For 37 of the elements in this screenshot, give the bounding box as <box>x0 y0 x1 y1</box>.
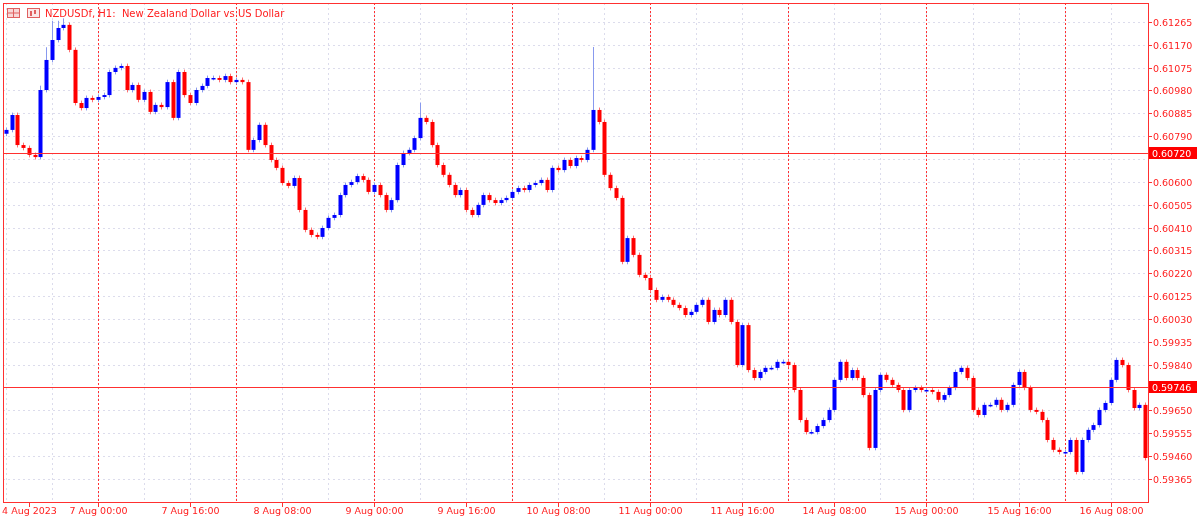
price-label: 0.61170 <box>1153 40 1193 51</box>
time-label: 4 Aug 2023 <box>2 505 57 516</box>
price-label: 0.59650 <box>1153 405 1193 416</box>
time-label: 7 Aug 00:00 <box>69 505 128 516</box>
price-label: 0.61075 <box>1153 63 1193 74</box>
time-label: 15 Aug 16:00 <box>987 505 1052 516</box>
price-label: 0.60315 <box>1153 245 1193 256</box>
time-label: 11 Aug 16:00 <box>710 505 775 516</box>
time-label: 10 Aug 08:00 <box>526 505 591 516</box>
time-label: 7 Aug 16:00 <box>161 505 220 516</box>
price-label: 0.61265 <box>1153 17 1193 28</box>
price-label: 0.60030 <box>1153 314 1193 325</box>
price-label: 0.60885 <box>1153 108 1193 119</box>
price-tag: 0.59746 <box>1149 381 1197 393</box>
time-label: 9 Aug 16:00 <box>437 505 496 516</box>
price-label: 0.60980 <box>1153 85 1193 96</box>
price-label: 0.59460 <box>1153 451 1193 462</box>
price-tag: 0.60720 <box>1149 147 1197 159</box>
time-label: 11 Aug 00:00 <box>618 505 683 516</box>
time-label: 9 Aug 00:00 <box>345 505 404 516</box>
price-label: 0.59555 <box>1153 428 1193 439</box>
price-label: 0.60505 <box>1153 200 1193 211</box>
time-label: 15 Aug 00:00 <box>894 505 959 516</box>
ref-line-label: 0.59746 <box>1152 381 1192 393</box>
price-label: 0.60600 <box>1153 177 1193 188</box>
time-label: 16 Aug 08:00 <box>1079 505 1144 516</box>
price-label: 0.60790 <box>1153 131 1193 142</box>
price-label: 0.59935 <box>1153 337 1193 348</box>
time-label: 8 Aug 08:00 <box>253 505 312 516</box>
chart-title: NZDUSDf, H1: New Zealand Dollar vs US Dollar <box>45 8 285 19</box>
price-label: 0.60410 <box>1153 223 1193 234</box>
time-label: 14 Aug 08:00 <box>802 505 867 516</box>
price-label: 0.59840 <box>1153 360 1193 371</box>
ref-line-label: 0.60720 <box>1152 147 1192 159</box>
price-label: 0.60125 <box>1153 291 1193 302</box>
price-label: 0.60220 <box>1153 268 1193 279</box>
price-label: 0.59365 <box>1153 474 1193 485</box>
